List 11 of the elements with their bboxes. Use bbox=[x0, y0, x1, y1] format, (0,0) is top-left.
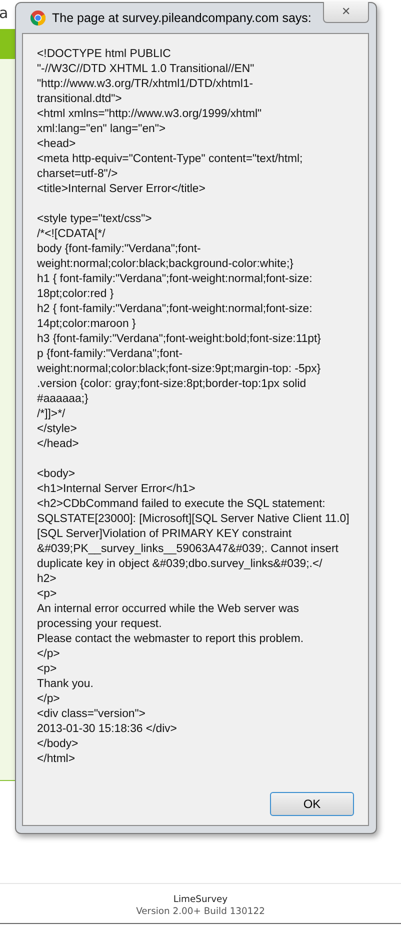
message-text: <body> <h1>Internal Server Error</h1> <h2>CDbCommand failed to execute the SQL statement: SQLSTATE[23000]: [Microsoft][SQL Server Native Client 11.0] [SQL Server]Violation of PRIMARY KEY constraint &#039;PK__survey_links__59063A47&#039;. Cannot insert duplicate key in object &#039;dbo.survey_links&#039;.</ h2> <p> An internal error occurred while the Web server was processing your request. Please contact the webmaster to report this problem. </p> <p> Thank you. </p> <div class="version"> 2013-01-30 15:18:36 </div> </body> </html> bbox=[37, 467, 350, 767]
message-text: <style type="text/css"> /*<![CDATA[*/ body {font-family:"Verdana";font- weight:normal;color:black;background-color:white;} h1 { font-family:"Verdana";font-weight:normal;font-size: 18pt;color:red } h2 { font-family:"Verdana";font-weight:normal;font-size: 14pt;color:maroon } h3 {font-family:"Verdana";font-weight:bold;font-size:11pt} p {font-family:"Verdana";font- weight:normal;color:black;font-size:9pt;margin-top: -5px} .version {color: gray;font-size:8pt;border-top:1px solid #aaaaaa;} /*]]>*/ </style> </head> bbox=[37, 212, 321, 452]
ok-button[interactable]: OK bbox=[270, 792, 354, 816]
header-band bbox=[0, 29, 15, 59]
close-button[interactable]: ✕ bbox=[323, 2, 369, 23]
message-text: <!DOCTYPE html PUBLIC "-//W3C//DTD XHTML 1.0 Transitional//EN" "http://www.w3.org/TR/xhtml1/DTD/xhtml1- transitional.dtd"> <html xmlns="http://www.w3.org/1999/xhtml" xml:lang="en" lang="en"> <head> <meta http-equiv="Content-Type" content="text/html; charset=utf-8"/> <title>Internal Server Error</title> bbox=[37, 47, 303, 197]
version-text: Version 2.00+ Build 130122 bbox=[135, 906, 266, 918]
dialog-title: The page at survey.pileandcompany.com says: bbox=[52, 10, 312, 27]
browser-icon bbox=[30, 10, 46, 26]
product-name: LimeSurvey bbox=[172, 894, 229, 906]
page-heading: a bbox=[0, 6, 9, 24]
